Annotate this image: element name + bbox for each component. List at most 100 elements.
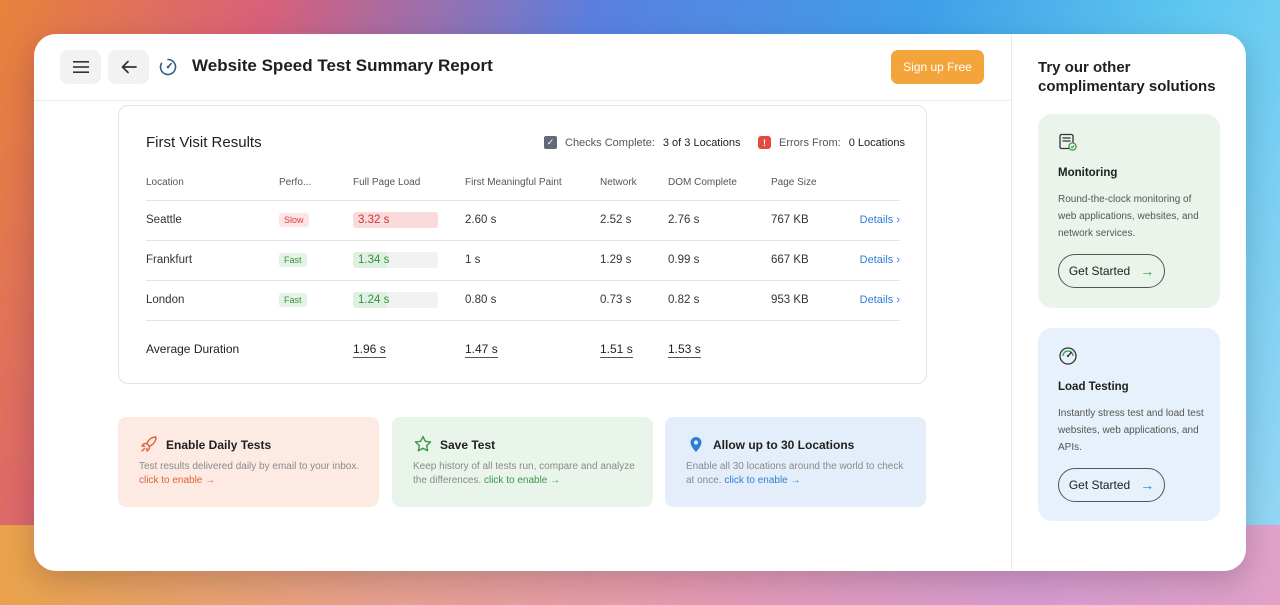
signup-button[interactable]: Sign up Free	[891, 50, 984, 84]
arrow-left-icon	[121, 60, 137, 74]
feature-title: Save Test	[440, 438, 496, 452]
full-page-load-cell: 3.32 s	[353, 200, 465, 241]
full-page-load-cell: 1.24 s	[353, 280, 465, 321]
enable-link[interactable]: click to enable →	[724, 475, 800, 486]
column-header[interactable]: Network	[600, 166, 668, 201]
avg-network: 1.51 s	[600, 341, 633, 358]
performance-cell: Fast	[279, 240, 353, 281]
feature-description: Test results delivered daily by email to…	[139, 460, 364, 488]
fmp-cell: 1 s	[465, 240, 600, 281]
feature-30-locations[interactable]: Allow up to 30 Locations Enable all 30 l…	[665, 417, 926, 507]
page-size-cell: 953 KB	[771, 280, 846, 321]
avg-fmp-cell: 1.47 s	[465, 320, 600, 377]
app-window: Website Speed Test Summary Report Sign u…	[34, 34, 1246, 571]
average-row: Average Duration 1.96 s 1.47 s 1.51 s 1.…	[146, 320, 900, 377]
avg-dom: 1.53 s	[668, 341, 701, 358]
location-pin-icon	[690, 437, 702, 452]
details-link[interactable]: Details ›	[846, 200, 900, 241]
column-header[interactable]: First Meaningful Paint	[465, 166, 600, 201]
solutions-sidebar: Try our other complimentary solutions Mo…	[1011, 34, 1246, 571]
column-header	[846, 166, 900, 201]
speedometer-icon	[1059, 347, 1077, 365]
feature-desc-text: Test results delivered daily by email to…	[139, 461, 360, 472]
location-cell: Seattle	[146, 200, 279, 241]
arrow-right-icon: →	[1140, 477, 1155, 493]
avg-network-cell: 1.51 s	[600, 320, 668, 377]
checkbox-icon: ✓	[544, 136, 557, 149]
avg-dom-cell: 1.53 s	[668, 320, 771, 377]
performance-cell: Slow	[279, 200, 353, 241]
results-title: First Visit Results	[146, 134, 262, 151]
get-started-label: Get Started	[1068, 478, 1131, 492]
load-bar: 3.32 s	[353, 212, 438, 228]
network-cell: 2.52 s	[600, 200, 668, 241]
column-header[interactable]: Perfo...	[279, 166, 353, 201]
feature-title: Enable Daily Tests	[166, 438, 272, 452]
sidebar-title: Try our other complimentary solutions	[1038, 59, 1216, 95]
monitoring-icon	[1059, 133, 1077, 151]
network-cell: 0.73 s	[600, 280, 668, 321]
location-cell: London	[146, 280, 279, 321]
back-button[interactable]	[108, 50, 149, 84]
fmp-cell: 0.80 s	[465, 280, 600, 321]
load-bar: 1.24 s	[353, 292, 438, 308]
solution-title: Load Testing	[1058, 381, 1129, 393]
page-title: Website Speed Test Summary Report	[192, 56, 493, 75]
average-label: Average Duration	[146, 341, 240, 356]
checks-complete-status: ✓ Checks Complete: 3 of 3 Locations	[544, 136, 741, 149]
feature-title: Allow up to 30 Locations	[713, 438, 855, 452]
dom-complete-cell: 0.99 s	[668, 240, 771, 281]
get-started-button[interactable]: Get Started →	[1058, 254, 1165, 288]
solution-description: Instantly stress test and load test webs…	[1058, 408, 1204, 453]
results-card: First Visit Results ✓ Checks Complete: 3 …	[118, 105, 927, 384]
page-size-cell: 667 KB	[771, 240, 846, 281]
errors-value: 0 Locations	[848, 136, 905, 149]
full-page-load-cell: 1.34 s	[353, 240, 465, 281]
dom-complete-cell: 2.76 s	[668, 200, 771, 241]
get-started-label: Get Started	[1068, 264, 1131, 278]
network-cell: 1.29 s	[600, 240, 668, 281]
avg-fmp: 1.47 s	[465, 341, 498, 358]
fmp-cell: 2.60 s	[465, 200, 600, 241]
enable-link[interactable]: click to enable →	[139, 475, 215, 486]
error-icon: !	[758, 136, 771, 149]
solution-card-load-testing: Load Testing Instantly stress test and l…	[1038, 328, 1220, 521]
column-header[interactable]: Full Page Load	[353, 166, 465, 201]
main-panel: Website Speed Test Summary Report Sign u…	[34, 34, 1011, 571]
dom-complete-cell: 0.82 s	[668, 280, 771, 321]
column-header[interactable]: Page Size	[771, 166, 846, 201]
column-header[interactable]: DOM Complete	[668, 166, 771, 201]
status-badge: Slow	[279, 213, 309, 227]
get-started-button[interactable]: Get Started →	[1058, 468, 1165, 502]
checks-label: Checks Complete:	[565, 136, 655, 149]
checks-value: 3 of 3 Locations	[662, 136, 741, 149]
details-link[interactable]: Details ›	[846, 280, 900, 321]
status-badge: Fast	[279, 253, 307, 267]
errors-status: ! Errors From: 0 Locations	[758, 136, 905, 149]
solution-description: Round-the-clock monitoring of web applic…	[1058, 194, 1199, 239]
location-cell: Frankfurt	[146, 240, 279, 281]
enable-link[interactable]: click to enable →	[484, 475, 560, 486]
details-link[interactable]: Details ›	[846, 240, 900, 281]
feature-description: Keep history of all tests run, compare a…	[413, 460, 638, 488]
results-table: Location Perfo... Full Page Load First M…	[146, 166, 900, 377]
menu-button[interactable]	[60, 50, 101, 84]
speed-test-icon	[159, 58, 177, 76]
status-badge: Fast	[279, 293, 307, 307]
avg-full-page-load-cell: 1.96 s	[353, 320, 465, 377]
column-header[interactable]: Location	[146, 166, 279, 201]
rocket-icon	[141, 436, 157, 452]
hamburger-icon	[72, 61, 89, 73]
feature-description: Enable all 30 locations around the world…	[686, 460, 911, 488]
load-bar: 1.34 s	[353, 252, 438, 268]
star-icon	[414, 435, 432, 452]
page-size-cell: 767 KB	[771, 200, 846, 241]
feature-save-test[interactable]: Save Test Keep history of all tests run,…	[392, 417, 653, 507]
header-bar: Website Speed Test Summary Report Sign u…	[34, 34, 1011, 101]
performance-cell: Fast	[279, 280, 353, 321]
feature-daily-tests[interactable]: Enable Daily Tests Test results delivere…	[118, 417, 379, 507]
table-row: Frankfurt Fast 1.34 s 1 s 1.29 s 0.99 s …	[146, 240, 900, 281]
arrow-right-icon: →	[1140, 263, 1155, 279]
table-row: Seattle Slow 3.32 s 2.60 s 2.52 s 2.76 s…	[146, 200, 900, 241]
solution-card-monitoring: Monitoring Round-the-clock monitoring of…	[1038, 114, 1220, 308]
